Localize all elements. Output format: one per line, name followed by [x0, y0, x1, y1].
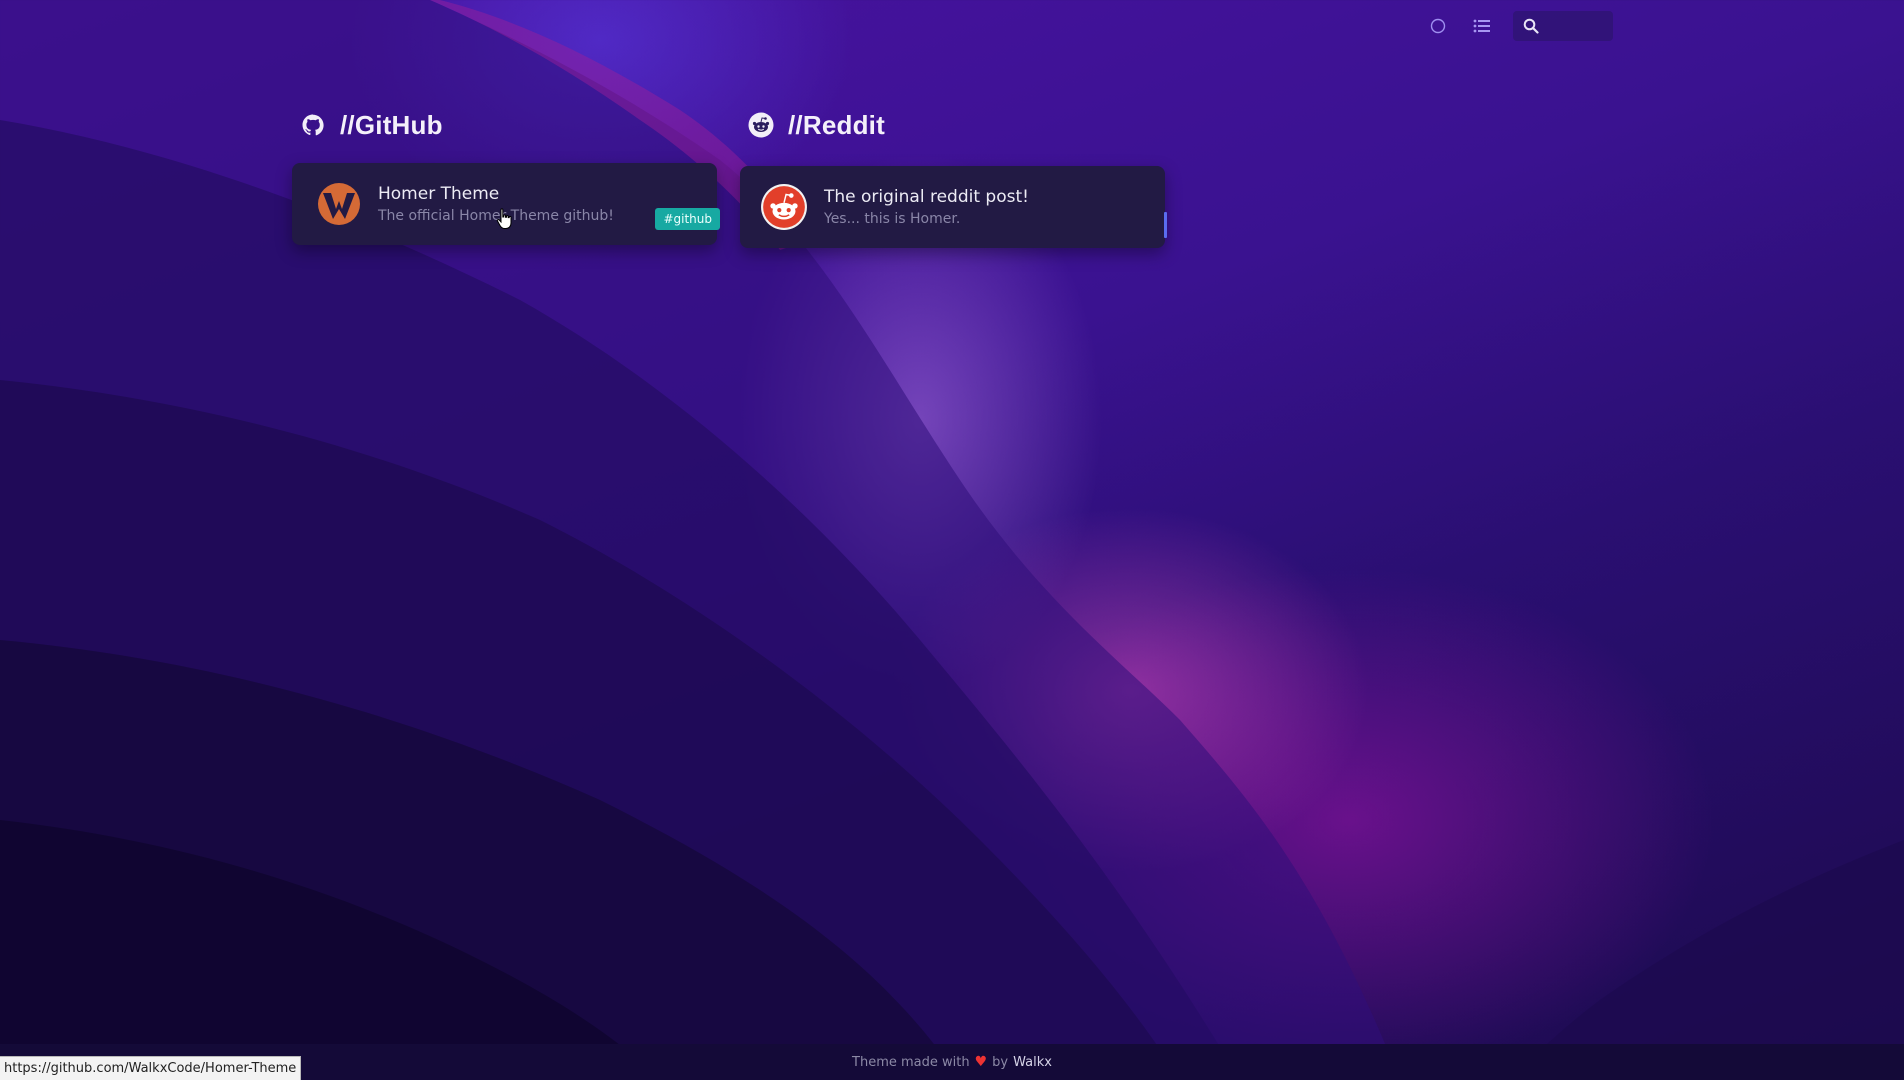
list-icon[interactable]: [1469, 13, 1495, 39]
card-accent-bar: [1164, 212, 1167, 238]
heart-icon: ♥: [974, 1054, 988, 1070]
navbar: [1425, 10, 1613, 42]
footer-by: by: [992, 1054, 1009, 1070]
github-icon: [300, 112, 326, 138]
service-card-reddit-post[interactable]: The original reddit post! Yes... this is…: [740, 166, 1167, 248]
search-box[interactable]: [1513, 11, 1613, 41]
card-title: The original reddit post!: [824, 186, 1029, 207]
card-title: Homer Theme: [378, 183, 500, 204]
group-reddit: //Reddit The original reddit post! Yes..…: [740, 107, 1167, 248]
group-title-github: //GitHub: [340, 109, 443, 140]
tag-badge[interactable]: #github: [655, 208, 720, 230]
walkx-logo-icon: [318, 183, 360, 225]
service-card-homer-theme[interactable]: Homer Theme The official Homer Theme git…: [292, 163, 720, 245]
group-title-reddit: //Reddit: [788, 109, 885, 140]
card-subtitle: Yes... this is Homer.: [824, 210, 961, 227]
group-header-github: //GitHub: [300, 107, 717, 143]
card-text: Homer Theme The official Homer Theme git…: [378, 183, 614, 226]
group-github: //GitHub Homer Theme The official Homer …: [292, 107, 720, 245]
card-text: The original reddit post! Yes... this is…: [824, 186, 1029, 229]
status-bar-url: https://github.com/WalkxCode/Homer-Theme: [0, 1056, 302, 1080]
circle-icon[interactable]: [1425, 13, 1451, 39]
footer-author-link[interactable]: Walkx: [1013, 1055, 1052, 1070]
group-header-reddit: //Reddit: [748, 107, 1165, 143]
search-icon: [1523, 18, 1539, 34]
reddit-logo-icon: [761, 184, 807, 230]
footer-prefix: Theme made with: [852, 1054, 970, 1070]
search-input[interactable]: [1547, 17, 1611, 35]
card-subtitle: The official Homer Theme github!: [378, 207, 614, 224]
reddit-icon: [748, 112, 774, 138]
